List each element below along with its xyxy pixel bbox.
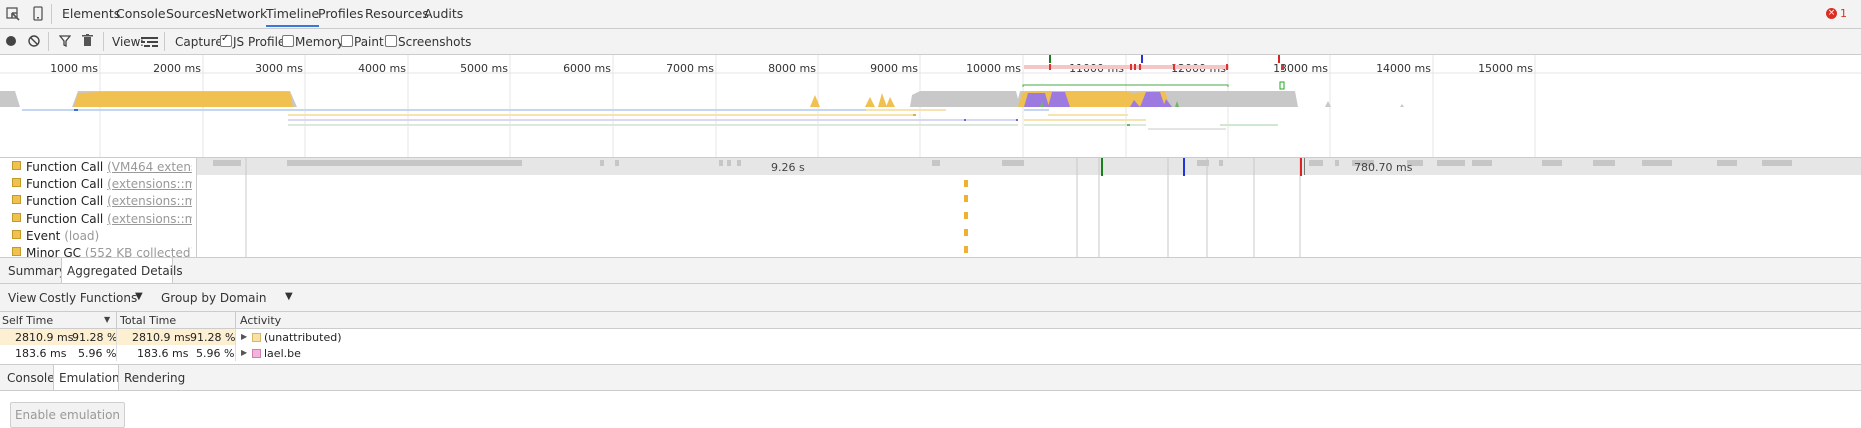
- flame-rows-sidebar: Function Call (VM464 extensi… Function C…: [0, 158, 197, 257]
- record-icon[interactable]: [6, 36, 16, 46]
- table-row[interactable]: 2810.9 ms 91.28 % 2810.9 ms 91.28 % ▶ (u…: [0, 329, 1861, 345]
- scripting-swatch-icon: [12, 230, 21, 239]
- row-label: Function Call: [26, 160, 104, 174]
- paint-label[interactable]: Paint: [354, 35, 384, 49]
- tab-elements[interactable]: Elements: [62, 0, 120, 27]
- flame-row[interactable]: Minor GC (552 KB collected): [12, 246, 192, 257]
- tab-console[interactable]: Console: [116, 0, 166, 27]
- scripting-swatch-icon: [12, 161, 21, 170]
- view-select[interactable]: Costly Functions: [39, 291, 137, 305]
- col-self-time[interactable]: Self Time: [2, 314, 53, 327]
- category-swatch-icon: [252, 333, 261, 342]
- expand-triangle-icon[interactable]: ▶: [241, 348, 247, 357]
- row-source-link[interactable]: (VM464 extensi…: [107, 160, 192, 174]
- view-label: View: [8, 291, 37, 305]
- row-label: Event: [26, 229, 61, 243]
- activity-name: (unattributed): [264, 331, 342, 344]
- flame-row[interactable]: Function Call (VM464 extensi…: [12, 160, 192, 174]
- flame-row[interactable]: Event (load): [12, 229, 192, 243]
- row-label: Function Call: [26, 177, 104, 191]
- screenshots-checkbox[interactable]: [385, 35, 397, 47]
- row-source-link[interactable]: (extensions::me…: [107, 194, 192, 208]
- overview-graph: [0, 55, 1861, 157]
- memory-label[interactable]: Memory: [295, 35, 344, 49]
- row-label: Function Call: [26, 194, 104, 208]
- details-view-row: View Costly Functions ▼ Group by Domain …: [0, 284, 1861, 312]
- row-source-link[interactable]: (extensions::me…: [107, 212, 192, 226]
- devtools-tab-bar: Elements Console Sources Network Timelin…: [0, 0, 1861, 29]
- scripting-swatch-icon: [12, 247, 21, 256]
- enable-emulation-button[interactable]: Enable emulation: [10, 402, 125, 428]
- self-time-ms: 183.6 ms: [15, 347, 67, 360]
- col-activity[interactable]: Activity: [240, 314, 281, 327]
- tab-timeline[interactable]: Timeline: [266, 0, 320, 27]
- flame-row[interactable]: Function Call (extensions::me…: [12, 194, 192, 208]
- selection-duration-right: 780.70 ms: [1354, 161, 1413, 174]
- garbage-collect-icon[interactable]: [82, 34, 93, 50]
- capture-label: Capture:: [175, 35, 227, 49]
- total-time-pct: 5.96 %: [196, 347, 235, 360]
- group-select[interactable]: Group by Domain: [161, 291, 266, 305]
- total-time-ms: 2810.9 ms: [132, 331, 191, 344]
- row-source-link[interactable]: (extensions::me…: [107, 177, 192, 191]
- selection-duration-left: 9.26 s: [771, 161, 805, 174]
- flame-chart[interactable]: Function Call (VM464 extensi… Function C…: [0, 158, 1861, 257]
- grid-header: Self Time ▼ Total Time Activity: [0, 312, 1861, 329]
- group-dropdown-icon[interactable]: ▼: [285, 291, 293, 302]
- drawer-tab-console[interactable]: Console: [7, 371, 55, 385]
- view-label: View:: [112, 35, 144, 49]
- flame-view-icon[interactable]: [141, 36, 158, 50]
- self-time-ms: 2810.9 ms: [15, 331, 74, 344]
- category-swatch-icon: [252, 349, 261, 358]
- col-total-time[interactable]: Total Time: [120, 314, 176, 327]
- drawer-tab-rendering[interactable]: Rendering: [124, 371, 185, 385]
- flame-canvas[interactable]: [197, 158, 1861, 257]
- scripting-swatch-icon: [12, 178, 21, 187]
- row-detail: (load): [64, 229, 100, 243]
- drawer-tab-emulation-label[interactable]: Emulation: [59, 371, 120, 385]
- timeline-overview[interactable]: 1000 ms 2000 ms 3000 ms 4000 ms 5000 ms …: [0, 55, 1861, 158]
- tab-network[interactable]: Network: [215, 0, 267, 27]
- error-icon[interactable]: ×: [1826, 8, 1837, 19]
- paint-checkbox[interactable]: [341, 35, 353, 47]
- sort-desc-icon[interactable]: ▼: [104, 315, 110, 324]
- clear-icon[interactable]: [28, 35, 40, 50]
- filter-icon[interactable]: [58, 35, 72, 50]
- total-time-pct: 91.28 %: [190, 331, 236, 344]
- screenshots-label[interactable]: Screenshots: [398, 35, 471, 49]
- tab-resources[interactable]: Resources: [365, 0, 429, 27]
- row-detail: (552 KB collected): [84, 246, 192, 257]
- expand-triangle-icon[interactable]: ▶: [241, 332, 247, 341]
- row-label: Minor GC: [26, 246, 82, 257]
- details-tab-bar: Summary Aggregated Details: [0, 258, 1861, 284]
- view-dropdown-icon[interactable]: ▼: [135, 291, 143, 302]
- device-mode-icon[interactable]: [33, 6, 43, 21]
- timeline-toolbar: View: Capture: JS Profile Memory Paint S…: [0, 29, 1861, 55]
- table-row[interactable]: 183.6 ms 5.96 % 183.6 ms 5.96 % ▶ lael.b…: [0, 345, 1861, 361]
- tab-sources[interactable]: Sources: [166, 0, 215, 27]
- tab-audits[interactable]: Audits: [424, 0, 463, 27]
- tab-summary[interactable]: Summary: [8, 264, 66, 278]
- flame-row[interactable]: Function Call (extensions::me…: [12, 212, 192, 226]
- scripting-swatch-icon: [12, 195, 21, 204]
- tab-aggregated-details-label[interactable]: Aggregated Details: [67, 264, 183, 278]
- activity-name: lael.be: [264, 347, 301, 360]
- inspect-element-icon[interactable]: [6, 7, 20, 21]
- self-time-pct: 5.96 %: [78, 347, 117, 360]
- js-profile-checkbox[interactable]: [220, 33, 232, 47]
- error-count[interactable]: 1: [1840, 7, 1847, 20]
- total-time-ms: 183.6 ms: [137, 347, 189, 360]
- drawer-tab-bar: Console Emulation Rendering: [0, 364, 1861, 391]
- js-profile-label[interactable]: JS Profile: [233, 35, 285, 49]
- row-label: Function Call: [26, 212, 104, 226]
- memory-checkbox[interactable]: [282, 35, 294, 47]
- scripting-swatch-icon: [12, 213, 21, 222]
- tab-profiles[interactable]: Profiles: [318, 0, 363, 27]
- flame-row[interactable]: Function Call (extensions::me…: [12, 177, 192, 191]
- self-time-pct: 91.28 %: [72, 331, 118, 344]
